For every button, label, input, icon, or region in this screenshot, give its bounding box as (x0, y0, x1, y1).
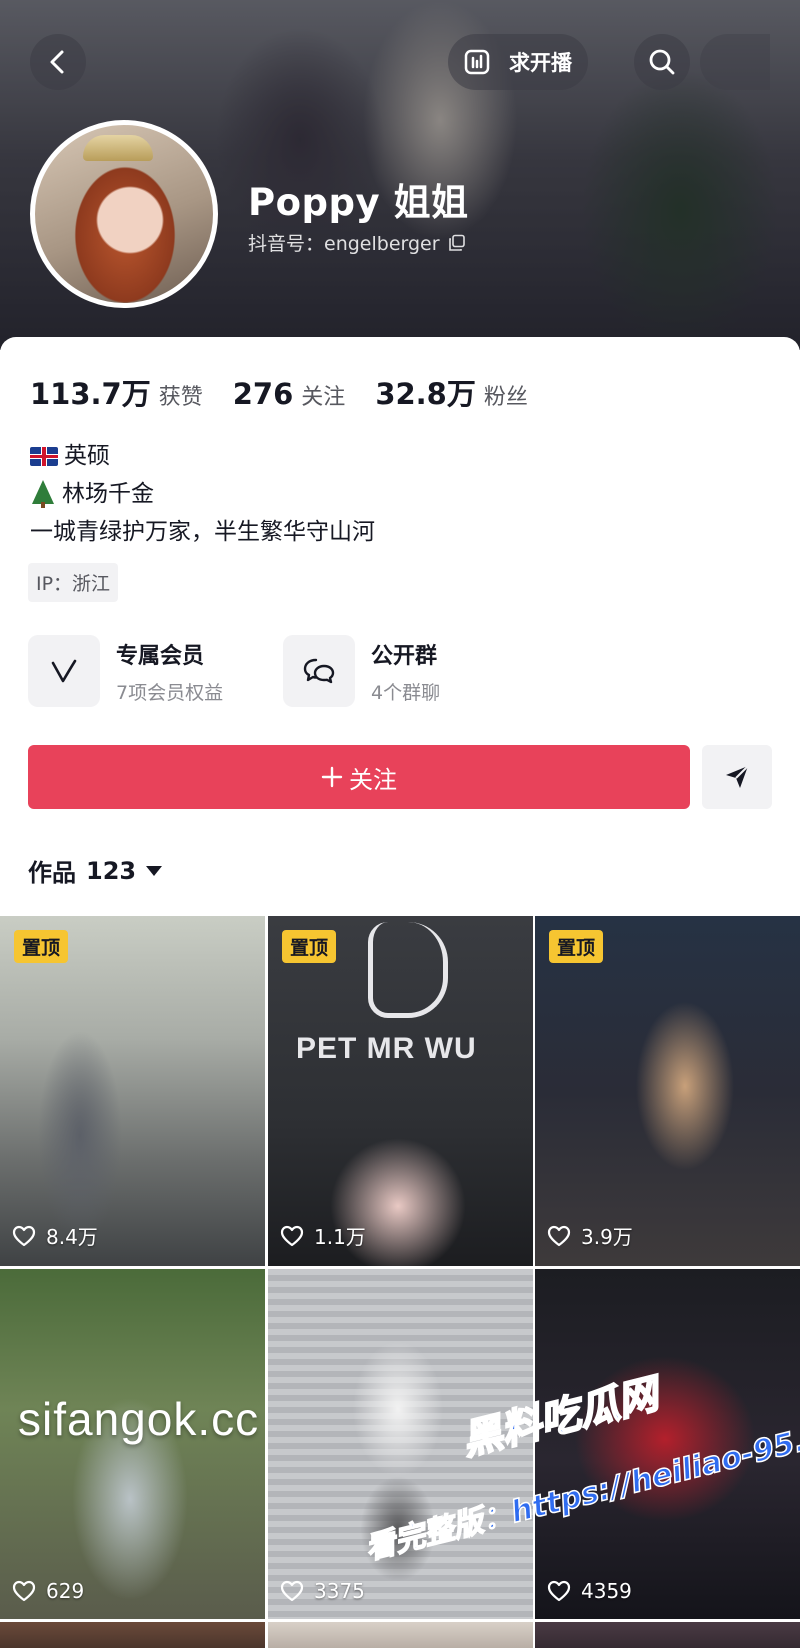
video-likes: 8.4万 (12, 1221, 98, 1250)
stat-followers[interactable]: 32.8万 粉丝 (375, 371, 528, 413)
group-icon-box (283, 635, 355, 707)
profile-cover: 求开播 Poppy 姐姐 抖音号：engelberger (0, 0, 800, 350)
stat-likes[interactable]: 113.7万 获赞 (30, 371, 203, 413)
video-likes: 3.9万 (547, 1221, 633, 1250)
pet-brand-text: PET MR WU (296, 1032, 477, 1065)
video-likes-count: 4359 (581, 1579, 632, 1603)
stat-followers-label: 粉丝 (483, 385, 528, 410)
profile-nickname: Poppy 姐姐 (248, 181, 469, 224)
back-button[interactable] (30, 34, 86, 90)
video-tile-2[interactable]: PET MR WU 置顶 1.1万 (268, 916, 533, 1266)
video-likes-count: 3375 (314, 1579, 365, 1603)
profile-entries: 专属会员 7项会员权益 公开群 4个群聊 (28, 635, 772, 711)
pinned-badge: 置顶 (549, 930, 604, 963)
follow-button[interactable]: 关注 (28, 745, 690, 809)
video-likes: 4359 (547, 1579, 632, 1603)
stat-likes-value: 113.7万 (30, 377, 151, 411)
more-button[interactable] (700, 34, 770, 90)
follow-button-label: 关注 (349, 765, 397, 794)
member-icon-box (28, 635, 100, 707)
heart-icon (12, 1225, 36, 1246)
video-tile-9[interactable] (535, 1622, 800, 1648)
pinned-badge: 置顶 (282, 930, 337, 963)
member-v-icon (51, 659, 77, 683)
group-chat-icon (303, 658, 335, 684)
video-tile-7[interactable] (0, 1622, 265, 1648)
plus-icon (321, 766, 343, 788)
video-likes: 1.1万 (280, 1221, 366, 1250)
request-live-label: 求开播 (509, 51, 572, 75)
bio-line-3-text: 一城青绿护万家，半生繁华守山河 (30, 519, 375, 545)
avatar-crown (83, 135, 153, 161)
share-button[interactable] (702, 745, 772, 809)
group-entry[interactable]: 公开群 4个群聊 (283, 635, 440, 707)
bio-line-2-text: 林场千金 (62, 481, 154, 507)
video-likes: 629 (12, 1579, 84, 1603)
works-tab-count: 123 (86, 856, 137, 885)
watermark-left: sifangok.cc (18, 1393, 260, 1445)
search-icon (649, 49, 675, 75)
video-likes-count: 8.4万 (46, 1225, 98, 1249)
video-tile-1[interactable]: 置顶 8.4万 (0, 916, 265, 1266)
video-likes: 3375 (280, 1579, 365, 1603)
heart-icon (547, 1580, 571, 1602)
heart-icon (547, 1225, 571, 1246)
back-arrow-icon (50, 50, 64, 74)
tree-icon (30, 480, 56, 508)
avatar[interactable] (30, 120, 218, 308)
douyin-id-text: 抖音号：engelberger (248, 233, 440, 255)
bio-line-1-text: 英硕 (64, 443, 110, 469)
stat-followers-value: 32.8万 (375, 377, 476, 411)
video-likes-count: 3.9万 (581, 1225, 633, 1249)
member-entry-title: 专属会员 (116, 643, 205, 669)
group-entry-title: 公开群 (371, 643, 438, 669)
member-entry-subtitle: 7项会员权益 (116, 681, 224, 704)
video-likes-count: 629 (46, 1579, 85, 1603)
stat-following[interactable]: 276 关注 (233, 377, 346, 411)
live-chart-icon (464, 49, 490, 75)
video-likes-count: 1.1万 (314, 1225, 366, 1249)
profile-bio: 英硕 林场千金 一城青绿护万家，半生繁华守山河 (30, 437, 375, 551)
douyin-id[interactable]: 抖音号：engelberger (248, 229, 466, 256)
request-live-button[interactable]: 求开播 (448, 34, 588, 90)
heart-icon (12, 1580, 36, 1602)
heart-icon (280, 1225, 304, 1246)
uk-flag-icon (30, 446, 58, 466)
video-tile-8[interactable] (268, 1622, 533, 1648)
heart-icon (280, 1580, 304, 1602)
stat-following-value: 276 (232, 377, 294, 411)
stat-likes-label: 获赞 (158, 385, 203, 410)
dropdown-caret-icon (146, 865, 163, 876)
video-tile-3[interactable]: 置顶 3.9万 (535, 916, 800, 1266)
copy-icon[interactable] (448, 234, 466, 252)
member-entry[interactable]: 专属会员 7项会员权益 (28, 635, 223, 707)
share-send-icon (726, 765, 749, 788)
profile-stats: 113.7万 获赞 276 关注 32.8万 粉丝 (30, 371, 528, 413)
works-tab[interactable]: 作品 123 (28, 853, 163, 888)
bio-line-1: 英硕 (30, 437, 375, 475)
ip-location-tag: IP：浙江 (28, 563, 119, 602)
stat-following-label: 关注 (301, 385, 346, 410)
pet-brand-logo (368, 922, 448, 1018)
bio-line-3: 一城青绿护万家，半生繁华守山河 (30, 513, 375, 551)
search-button[interactable] (634, 34, 690, 90)
pinned-badge: 置顶 (14, 930, 69, 963)
works-tab-label: 作品 (28, 859, 76, 887)
bio-line-2: 林场千金 (30, 475, 375, 513)
video-subject (328, 1309, 468, 1619)
group-entry-subtitle: 4个群聊 (371, 681, 441, 704)
